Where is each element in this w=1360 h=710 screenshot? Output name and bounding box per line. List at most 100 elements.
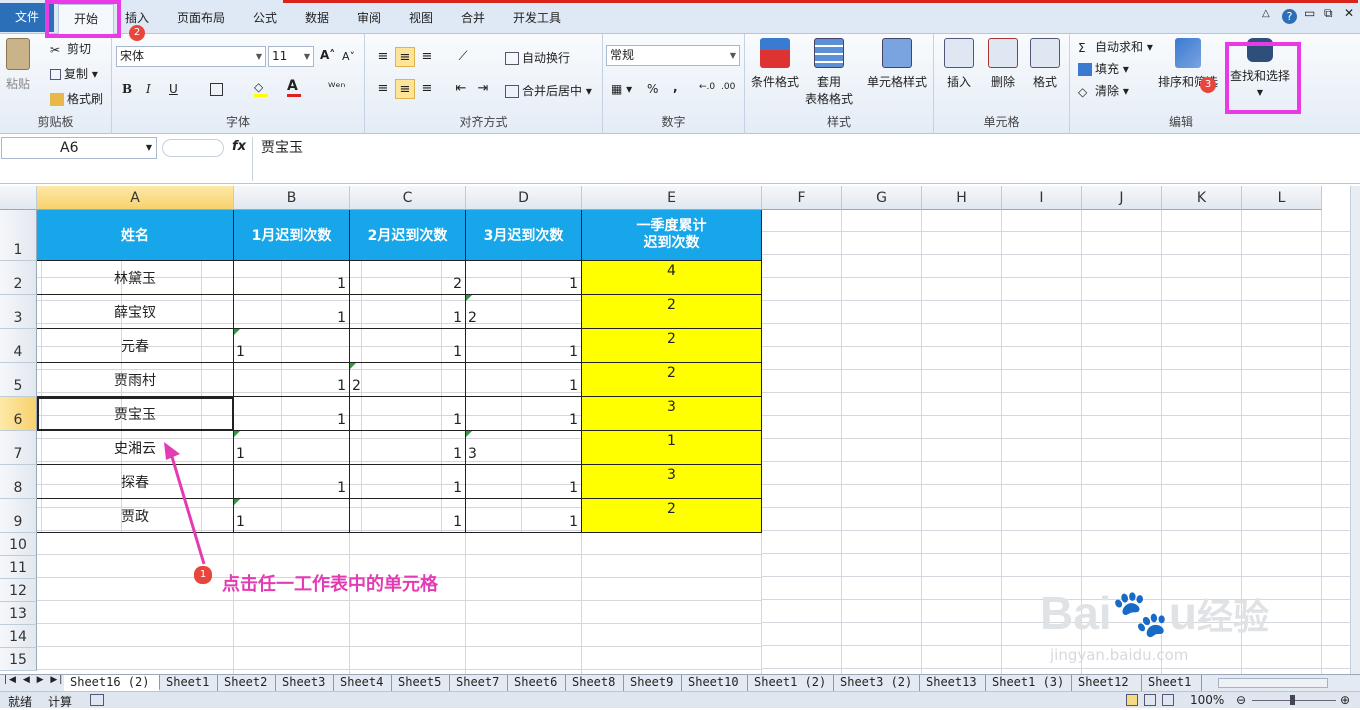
header-jan[interactable]: 1月迟到次数 [234,210,350,261]
format-painter-button[interactable]: 格式刷 [50,90,103,107]
horizontal-scrollbar[interactable] [1218,678,1328,688]
tab-view[interactable]: 视图 [409,9,433,26]
cell-b[interactable]: 1 [234,397,350,431]
name-box[interactable]: A6 ▼ [1,137,157,159]
align-right-icon[interactable]: ≡ [417,79,437,99]
bold-button[interactable]: B [122,82,132,96]
tab-merge[interactable]: 合并 [461,9,485,26]
row-header-15[interactable]: 15 [0,648,37,671]
find-select-button[interactable]: 查找和选择 ▼ [1230,38,1290,98]
sheet-tab[interactable]: Sheet16 (2) [64,675,160,691]
row-header-10[interactable]: 10 [0,533,37,556]
insert-function-icon[interactable]: fx [232,139,246,154]
tab-file[interactable]: 文件 [0,3,54,32]
cell-c[interactable]: 1 [350,397,466,431]
cell-total[interactable]: 2 [582,329,762,363]
align-center-icon[interactable]: ≡ [395,79,415,99]
decrease-indent-icon[interactable]: ⇤ [451,79,471,99]
fill-button[interactable]: 填充 ▾ [1078,60,1129,77]
paste-button[interactable]: 粘贴 [6,38,30,92]
cell-total[interactable]: 4 [582,261,762,295]
row-header-8[interactable]: 8 [0,465,37,499]
cut-button[interactable]: ✂ 剪切 [50,40,91,57]
zoom-level[interactable]: 100% [1190,693,1224,707]
sheet-tab[interactable]: Sheet7 [450,675,508,691]
cell-d[interactable]: 1 [466,499,582,533]
column-header-f[interactable]: F [762,186,842,210]
column-header-l[interactable]: L [1242,186,1322,210]
cell-c[interactable]: 2 [350,363,466,397]
cell-name[interactable]: 林黛玉 [37,261,234,295]
italic-button[interactable]: I [146,82,151,96]
cell-d[interactable]: 1 [466,261,582,295]
comma-button[interactable]: , [673,80,678,94]
align-top-icon[interactable]: ≡ [373,47,393,67]
close-icon[interactable]: ✕ [1344,6,1354,20]
cell-c[interactable]: 1 [350,329,466,363]
cell-name[interactable]: 薛宝钗 [37,295,234,329]
tab-developer[interactable]: 开发工具 [513,9,561,26]
column-header-j[interactable]: J [1082,186,1162,210]
row-header-3[interactable]: 3 [0,295,37,329]
row-header-5[interactable]: 5 [0,363,37,397]
sheet-tab[interactable]: Sheet3 (2) [834,675,920,691]
cell-b[interactable]: 1 [234,431,350,465]
cell-d[interactable]: 3 [466,431,582,465]
restore-icon[interactable]: ⧉ [1324,6,1333,21]
cell-total[interactable]: 2 [582,295,762,329]
increase-decimal-icon[interactable]: ←.0 [699,82,715,92]
column-header-e[interactable]: E [582,186,762,210]
sheet-tab[interactable]: Sheet13 [920,675,986,691]
formula-input[interactable]: 贾宝玉 [252,137,1348,181]
currency-icon[interactable]: ▦ ▾ [611,82,632,96]
fill-color-icon[interactable]: ◇ [254,80,268,97]
merge-center-button[interactable]: 合并后居中 ▾ [505,82,592,99]
zoom-out-icon[interactable]: ⊖ [1236,693,1246,707]
cell-d[interactable]: 1 [466,329,582,363]
row-header-14[interactable]: 14 [0,625,37,648]
tab-page-layout[interactable]: 页面布局 [177,9,225,26]
decrease-decimal-icon[interactable]: .00 [721,82,735,92]
cell-c[interactable]: 1 [350,431,466,465]
help-icon[interactable]: ? [1282,9,1297,24]
autosum-button[interactable]: Σ 自动求和 ▾ [1078,38,1153,55]
cell-name[interactable]: 元春 [37,329,234,363]
sheet-tab[interactable]: Sheet1 (3) [986,675,1072,691]
header-total[interactable]: 一季度累计 迟到次数 [582,210,762,261]
cell-total[interactable]: 1 [582,431,762,465]
conditional-format-button[interactable]: 条件格式 [751,38,799,90]
normal-view-icon[interactable] [1126,694,1138,706]
column-header-g[interactable]: G [842,186,922,210]
number-format-combo[interactable]: 常规 ▼ [606,45,740,66]
cell-c[interactable]: 1 [350,295,466,329]
font-color-icon[interactable]: A [287,78,301,97]
sheet-tab[interactable]: Sheet2 [218,675,276,691]
sheet-tab[interactable]: Sheet1 [1142,675,1202,691]
sheet-tab[interactable]: Sheet4 [334,675,392,691]
cell-d[interactable]: 1 [466,363,582,397]
page-layout-view-icon[interactable] [1144,694,1156,706]
row-header-13[interactable]: 13 [0,602,37,625]
cell-total[interactable]: 3 [582,465,762,499]
border-icon[interactable] [210,83,223,96]
cell-b[interactable]: 1 [234,261,350,295]
zoom-in-icon[interactable]: ⊕ [1340,693,1350,707]
cell-name[interactable]: 贾雨村 [37,363,234,397]
cell-b[interactable]: 1 [234,465,350,499]
header-name[interactable]: 姓名 [37,210,234,261]
align-left-icon[interactable]: ≡ [373,79,393,99]
sheet-nav-arrows-icon[interactable]: |◀ ◀ ▶ ▶| [4,675,64,685]
align-bottom-icon[interactable]: ≡ [417,47,437,67]
row-header-4[interactable]: 4 [0,329,37,363]
cell-total[interactable]: 2 [582,499,762,533]
cell-c[interactable]: 1 [350,465,466,499]
sheet-tab[interactable]: Sheet3 [276,675,334,691]
sheet-tab[interactable]: Sheet12 [1072,675,1142,691]
vertical-scrollbar[interactable] [1350,186,1360,674]
format-cells-button[interactable]: 格式 [1030,38,1060,90]
wrap-text-button[interactable]: 自动换行 [505,49,570,66]
tab-data[interactable]: 数据 [305,9,329,26]
underline-button[interactable]: U [169,82,178,96]
format-as-table-button[interactable]: 套用 表格格式 [805,38,853,107]
row-header-11[interactable]: 11 [0,556,37,579]
